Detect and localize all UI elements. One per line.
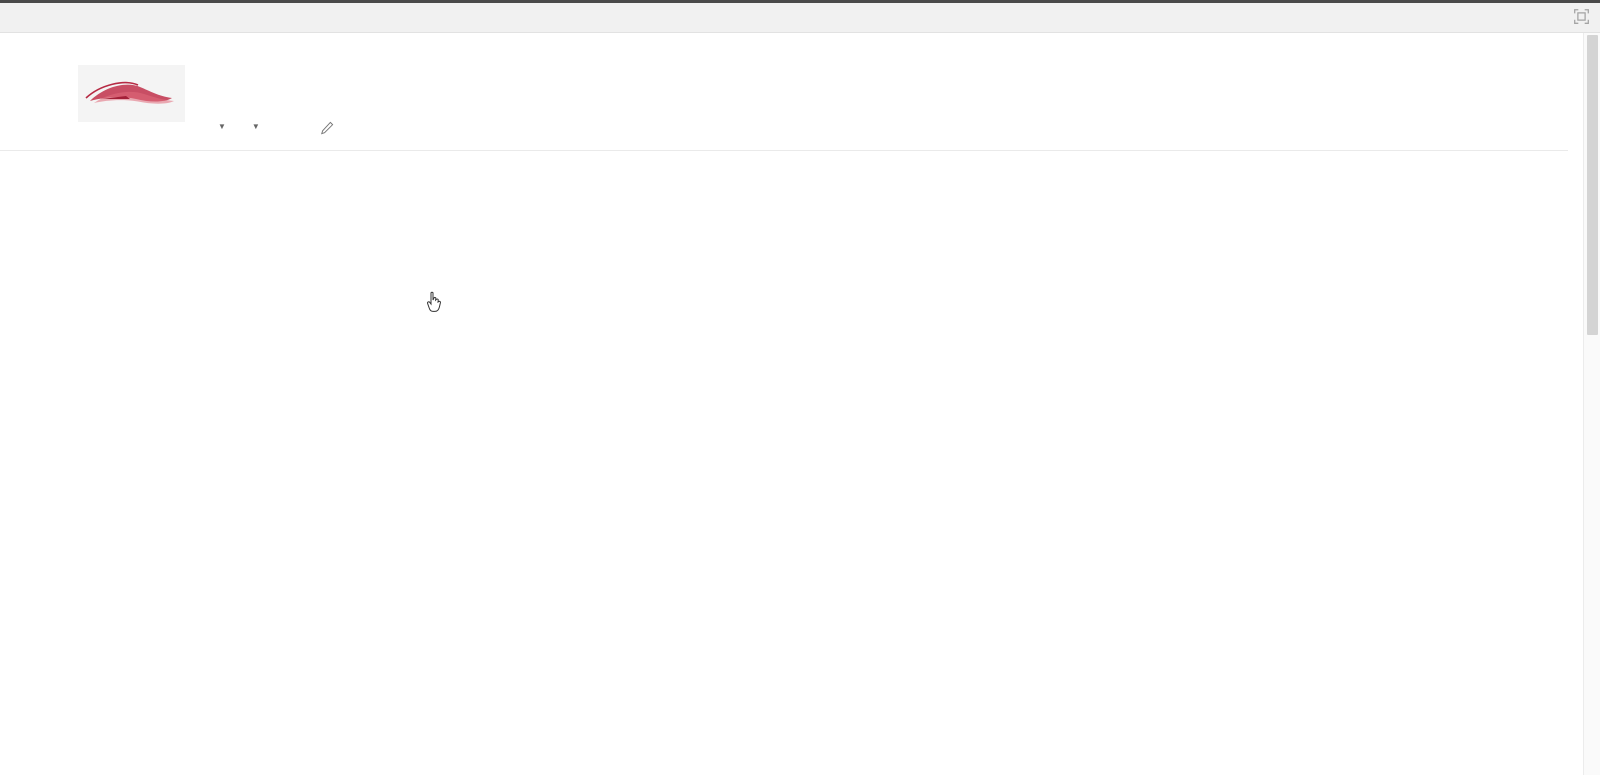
site-header: ▼ ▼	[0, 43, 1568, 151]
scrollbar-thumb[interactable]	[1587, 35, 1598, 335]
page-scroll-area: ▼ ▼	[0, 33, 1568, 775]
vertical-scrollbar[interactable]	[1583, 33, 1600, 775]
nav-item-home[interactable]	[200, 125, 214, 131]
focus-frame-icon[interactable]	[1573, 8, 1590, 25]
car-silhouette-logo	[85, 81, 174, 104]
suite-bar	[0, 33, 1568, 43]
nav-caret-pages[interactable]: ▼	[218, 122, 248, 131]
top-navigation: ▼ ▼	[200, 115, 341, 141]
nav-caret-recent[interactable]: ▼	[252, 122, 282, 131]
edit-links-button[interactable]	[320, 121, 341, 135]
browser-toolbar	[0, 0, 1600, 33]
pencil-icon	[320, 121, 334, 135]
mouse-cursor-pointer-icon	[427, 291, 441, 312]
site-logo[interactable]	[78, 65, 185, 122]
nav-item-recycle-bin[interactable]	[282, 125, 296, 131]
